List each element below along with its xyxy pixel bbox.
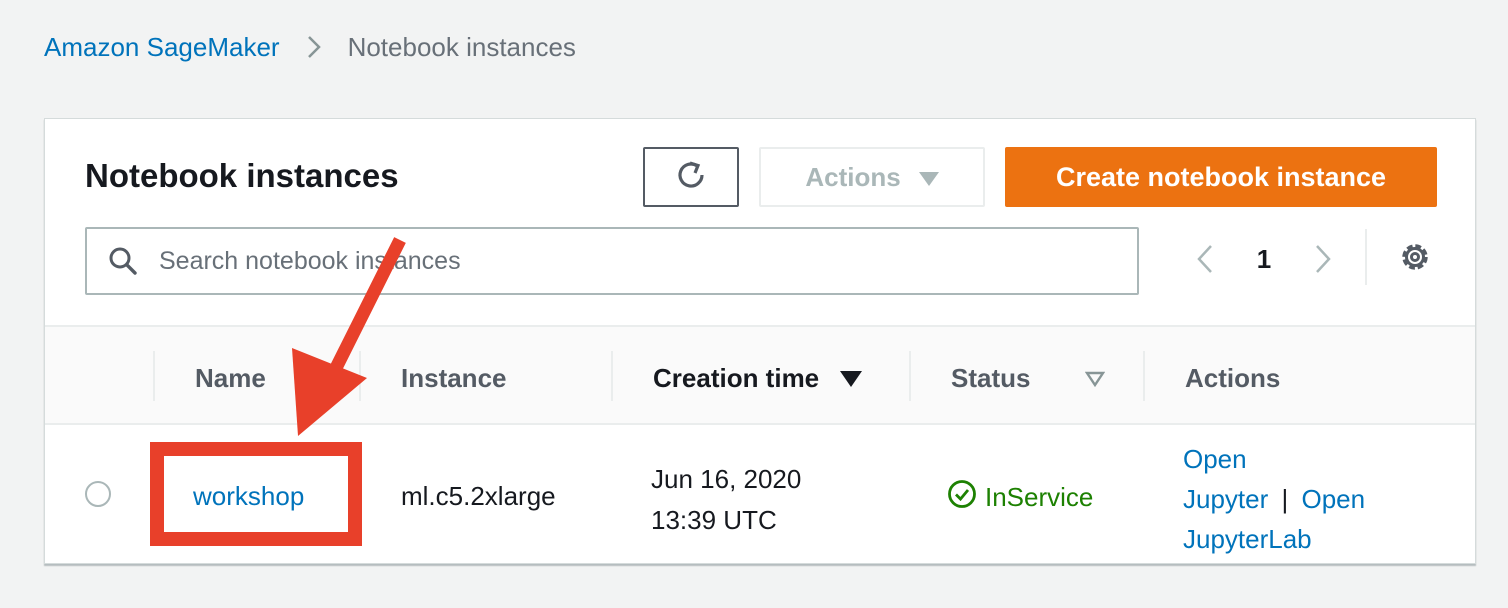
pagination: 1 bbox=[1185, 229, 1343, 289]
sort-descending-icon bbox=[840, 363, 863, 393]
breadcrumb-current: Notebook instances bbox=[347, 31, 576, 62]
actions-dropdown-button[interactable]: Actions bbox=[759, 147, 985, 207]
annotation-highlight-box bbox=[150, 442, 362, 546]
open-jupyter-link[interactable]: Open bbox=[1183, 444, 1247, 474]
column-header-creation-time[interactable]: Creation time bbox=[653, 363, 863, 394]
instance-type: ml.c5.2xlarge bbox=[401, 481, 556, 511]
chevron-right-icon bbox=[306, 34, 322, 60]
column-header-instance[interactable]: Instance bbox=[401, 363, 507, 394]
search-icon bbox=[87, 246, 159, 276]
column-header-creation-time-label: Creation time bbox=[653, 363, 820, 393]
creation-time: Jun 16, 2020 13:39 UTC bbox=[651, 459, 801, 541]
open-jupyter-link[interactable]: Jupyter bbox=[1183, 484, 1268, 514]
search-box bbox=[85, 227, 1139, 295]
open-jupyterlab-link[interactable]: Open bbox=[1302, 484, 1366, 514]
creation-date-text: Jun 16, 2020 bbox=[651, 464, 802, 494]
column-divider bbox=[1143, 351, 1145, 401]
pager-divider bbox=[1365, 229, 1367, 285]
column-header-actions: Actions bbox=[1185, 363, 1281, 393]
action-separator: | bbox=[1281, 484, 1289, 514]
breadcrumb-sagemaker-link[interactable]: Amazon SageMaker bbox=[44, 32, 280, 63]
page-title: Notebook instances bbox=[85, 157, 399, 194]
actions-label: Actions bbox=[805, 161, 901, 192]
status-text: InService bbox=[985, 482, 1094, 512]
gear-icon[interactable] bbox=[1397, 239, 1433, 280]
status-badge: InService bbox=[947, 479, 1093, 516]
column-divider bbox=[611, 351, 613, 401]
creation-time-text: 13:39 UTC bbox=[651, 505, 777, 535]
open-jupyterlab-link[interactable]: JupyterLab bbox=[1183, 524, 1312, 554]
create-notebook-instance-button[interactable]: Create notebook instance bbox=[1005, 147, 1437, 207]
chevron-right-icon[interactable] bbox=[1303, 243, 1343, 275]
column-header-status[interactable]: Status bbox=[951, 363, 1030, 394]
row-select-radio[interactable] bbox=[85, 481, 111, 507]
page-number[interactable]: 1 bbox=[1225, 244, 1303, 275]
column-header-name[interactable]: Name bbox=[195, 363, 266, 394]
row-actions: Open Jupyter | Open JupyterLab bbox=[1183, 439, 1365, 559]
search-input[interactable] bbox=[159, 229, 1137, 293]
breadcrumb: Amazon SageMaker Notebook instances bbox=[44, 28, 576, 66]
table-header: Name Instance Creation time Status Actio… bbox=[45, 325, 1475, 425]
column-divider bbox=[909, 351, 911, 401]
caret-down-icon bbox=[918, 162, 939, 193]
chevron-left-icon[interactable] bbox=[1185, 243, 1225, 275]
refresh-button[interactable] bbox=[643, 147, 739, 207]
refresh-icon bbox=[673, 157, 709, 198]
column-divider bbox=[359, 351, 361, 401]
column-divider bbox=[153, 351, 155, 401]
check-circle-icon bbox=[947, 479, 977, 516]
sort-unsorted-icon[interactable] bbox=[1084, 371, 1106, 392]
